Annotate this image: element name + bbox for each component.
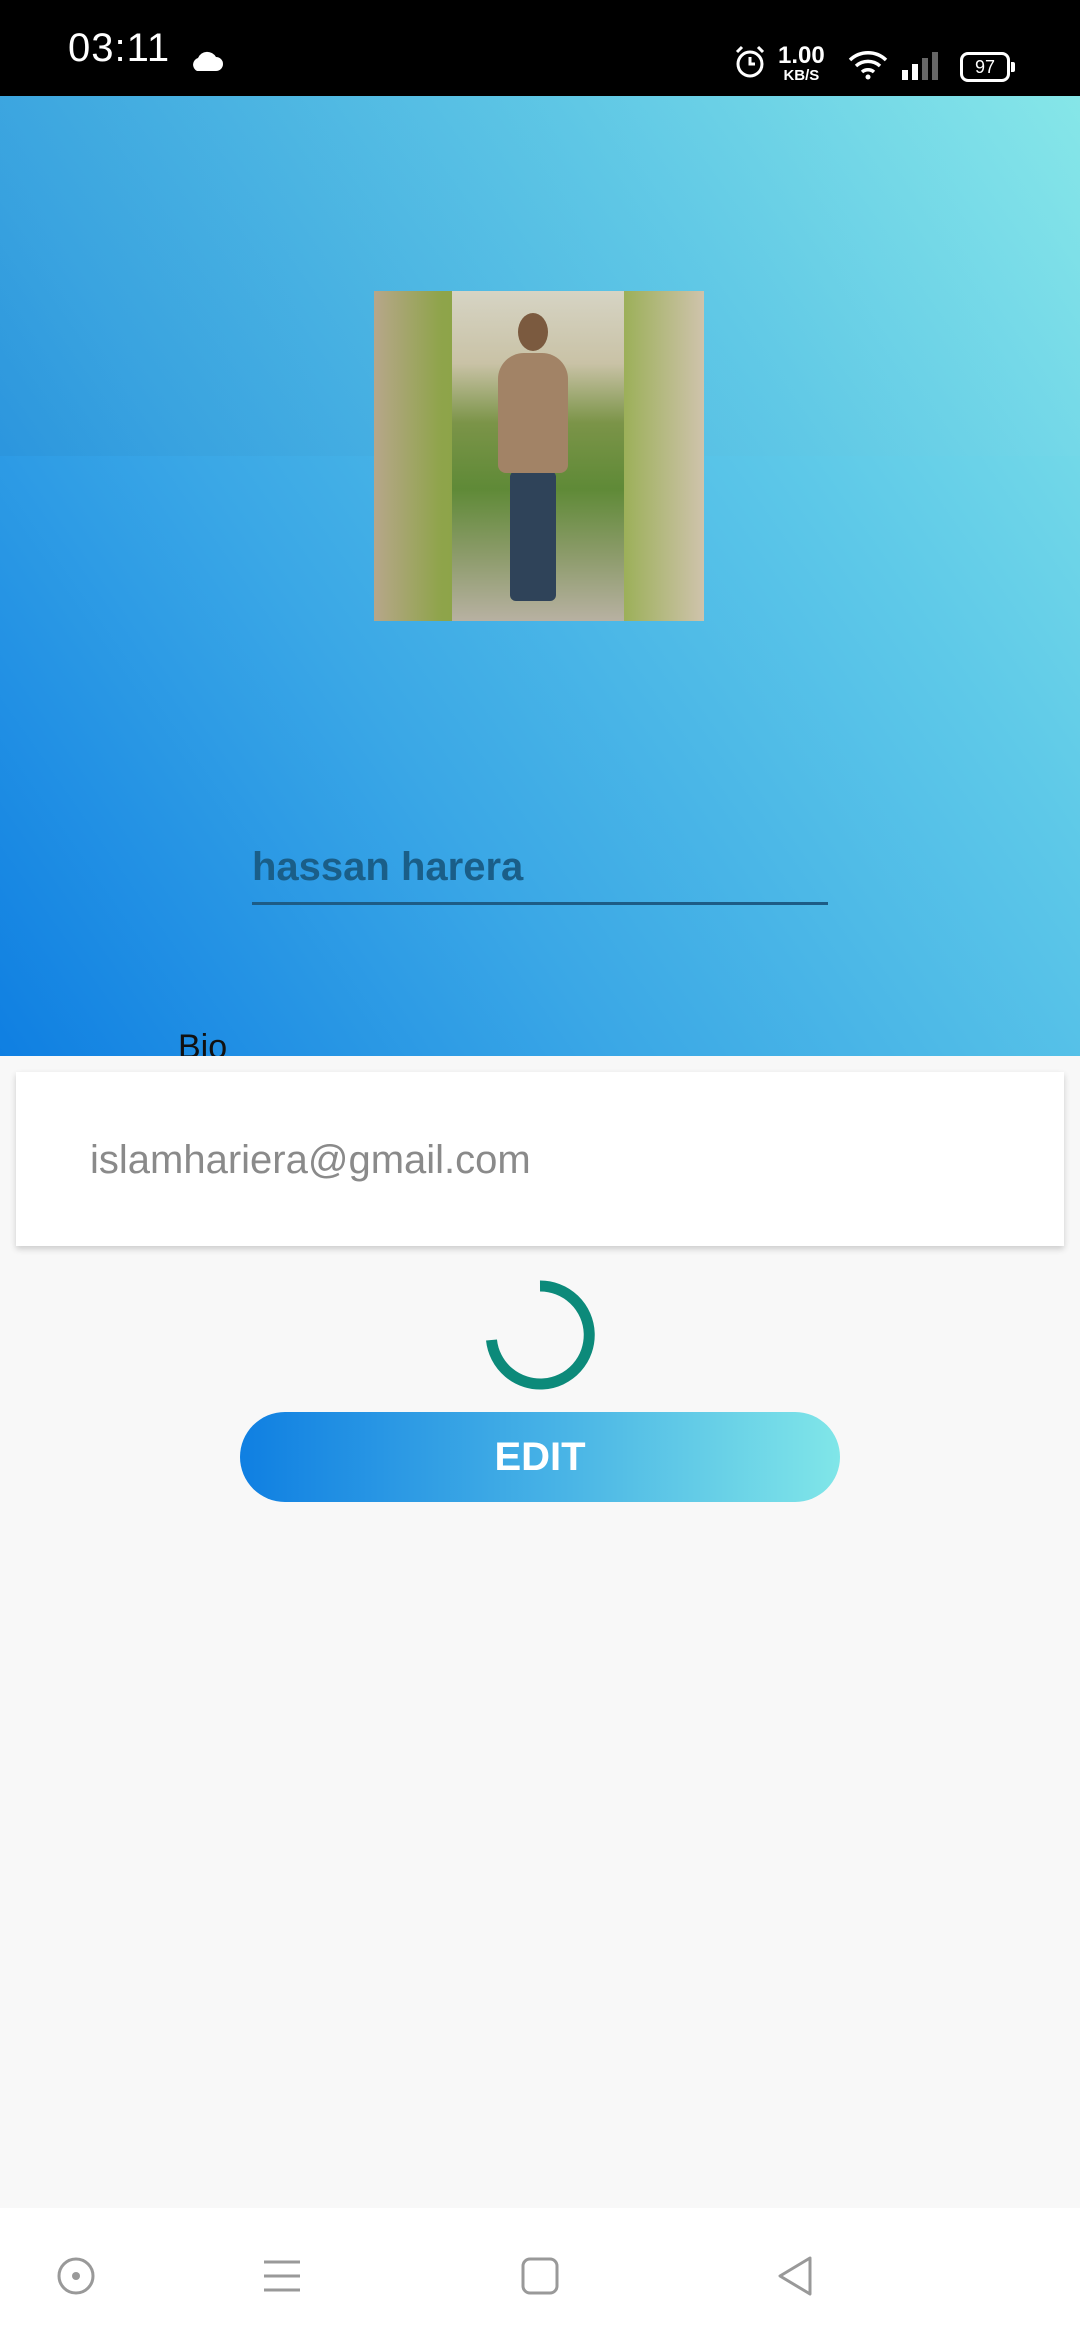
profile-photo[interactable] <box>374 291 704 621</box>
network-speed-unit: KB/S <box>783 67 820 84</box>
status-bar: 03:11 1.00 KB/S 97 <box>0 0 1080 96</box>
alarm-icon <box>732 44 768 85</box>
home-icon[interactable] <box>516 2252 564 2300</box>
battery-icon: 97 <box>960 52 1015 82</box>
photo-person-head <box>518 313 548 351</box>
network-speed: 1.00 KB/S <box>778 42 825 84</box>
profile-header: hassan harera Bio <box>0 96 1080 1056</box>
edit-button[interactable]: EDIT <box>240 1412 840 1502</box>
signal-icon <box>900 50 944 85</box>
email-text: islamhariera@gmail.com <box>90 1138 531 1182</box>
email-card: islamhariera@gmail.com <box>16 1072 1064 1246</box>
assistant-icon[interactable] <box>52 2252 100 2300</box>
back-icon[interactable] <box>772 2252 820 2300</box>
network-speed-value: 1.00 <box>778 42 825 69</box>
menu-icon[interactable] <box>258 2252 306 2300</box>
photo-person-legs <box>510 471 556 601</box>
cloud-icon <box>188 50 224 77</box>
navigation-bar <box>0 2208 1080 2340</box>
photo-person-body <box>498 353 568 473</box>
status-time: 03:11 <box>68 26 171 70</box>
wifi-icon <box>848 50 888 85</box>
name-field[interactable]: hassan harera <box>252 842 828 905</box>
loading-spinner <box>486 1280 595 1390</box>
bio-field[interactable]: Bio <box>178 1026 902 1056</box>
